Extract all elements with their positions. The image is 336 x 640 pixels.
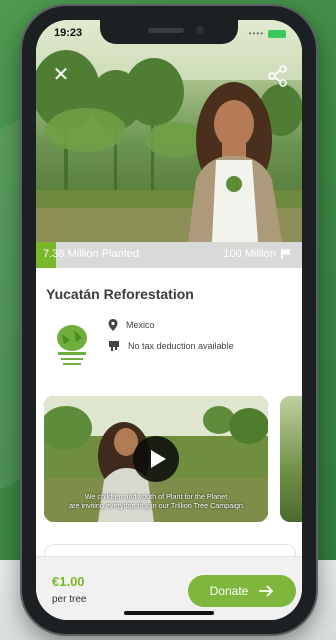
price-unit: per tree xyxy=(52,594,87,605)
donate-button[interactable]: Donate xyxy=(188,575,296,607)
tax-deduction-info: No tax deduction available xyxy=(108,340,234,352)
close-button[interactable]: ✕ xyxy=(50,64,72,86)
video-caption: We children and youth of Plant for the P… xyxy=(50,492,262,510)
home-indicator[interactable] xyxy=(124,611,214,615)
planting-goal: 100 Million xyxy=(223,248,292,260)
location-pin-icon xyxy=(108,319,118,331)
next-media-card[interactable] xyxy=(280,396,302,522)
price-per-tree: €1.00 xyxy=(52,574,85,589)
close-icon: ✕ xyxy=(52,64,70,86)
project-hero-image xyxy=(36,20,302,242)
tax-text: No tax deduction available xyxy=(128,341,234,351)
project-location: Mexico xyxy=(108,319,155,331)
phone-notch xyxy=(100,20,238,44)
donate-label: Donate xyxy=(209,584,249,598)
organization-logo xyxy=(50,320,94,370)
goal-label: 100 Million xyxy=(223,248,276,260)
share-icon xyxy=(268,65,287,87)
arrow-right-icon xyxy=(259,585,274,597)
receipt-icon xyxy=(109,341,119,351)
project-title: Yucatán Reforestation xyxy=(46,286,194,302)
status-indicators: •••• xyxy=(249,29,286,38)
signal-icon: •••• xyxy=(248,29,264,38)
plant-for-the-planet-logo xyxy=(57,325,87,365)
play-icon xyxy=(151,450,166,468)
phone-frame: 19:23 •••• ✕ 7.38 Million Planted 100 Mi… xyxy=(22,6,316,634)
share-button[interactable] xyxy=(266,64,290,88)
flag-icon xyxy=(281,249,291,259)
play-button[interactable] xyxy=(133,436,179,482)
video-caption-line-2: are inviting everyone to join our Trilli… xyxy=(69,501,243,510)
app-screen: 19:23 •••• ✕ 7.38 Million Planted 100 Mi… xyxy=(36,20,302,620)
video-caption-line-1: We children and youth of Plant for the P… xyxy=(84,492,228,501)
status-time: 19:23 xyxy=(54,27,83,39)
hero-illustration xyxy=(36,20,302,242)
speaker xyxy=(148,28,184,33)
location-text: Mexico xyxy=(126,320,155,330)
battery-icon xyxy=(268,29,286,38)
project-video[interactable]: We children and youth of Plant for the P… xyxy=(44,396,268,522)
camera xyxy=(196,26,204,34)
planting-progress-bar: 7.38 Million Planted 100 Million xyxy=(36,242,302,268)
video-carousel[interactable]: We children and youth of Plant for the P… xyxy=(44,396,302,522)
planted-count: 7.38 Million Planted xyxy=(43,248,140,260)
